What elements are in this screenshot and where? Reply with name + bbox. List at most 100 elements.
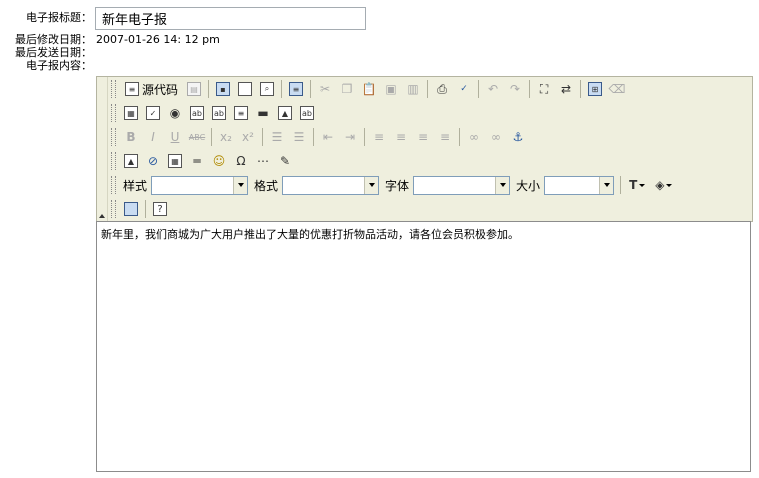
templates-button[interactable]: ≡ [285, 78, 307, 100]
style-select[interactable] [151, 175, 249, 195]
style-label: 样式 [123, 178, 148, 193]
unlink-button[interactable]: ∞ [485, 126, 507, 148]
flash-icon: ⊘ [147, 154, 159, 168]
toolbar-row-3: B I U ABC x₂ x² ☰ ☰ ⇤ ⇥ ≡ ≡ ≡ ≡ ∞ ∞ ⚓ [111, 126, 529, 148]
paste-icon: 📋 [361, 82, 377, 96]
radio-button[interactable]: ◉ [164, 102, 186, 124]
universal-key-button[interactable]: ✎ [274, 150, 296, 172]
copy-button[interactable]: ❐ [336, 78, 358, 100]
remove-format-button[interactable]: ⌫ [606, 78, 628, 100]
special-char-icon: Ω [236, 154, 246, 168]
paste-button[interactable]: 📋 [358, 78, 380, 100]
separator [620, 176, 622, 194]
align-right-button[interactable]: ≡ [412, 126, 434, 148]
superscript-icon: x² [242, 130, 254, 144]
hidden-field-button[interactable]: ab [296, 102, 318, 124]
format-select[interactable] [282, 175, 380, 195]
align-left-button[interactable]: ≡ [368, 126, 390, 148]
bullet-list-icon: ☰ [293, 130, 305, 144]
link-button[interactable]: ∞ [463, 126, 485, 148]
table-icon: ▦ [168, 154, 182, 168]
text-color-button[interactable]: T [624, 174, 650, 196]
font-label: 字体 [385, 178, 410, 193]
outdent-button[interactable]: ⇤ [317, 126, 339, 148]
preview-button[interactable]: ⌕ [256, 78, 278, 100]
textarea-button[interactable]: ab [208, 102, 230, 124]
special-char-button[interactable]: Ω [230, 150, 252, 172]
align-left-icon: ≡ [373, 130, 385, 144]
about-button[interactable]: ? [149, 198, 171, 220]
save-icon: ▪ [216, 82, 231, 96]
horizontal-rule-icon: ═ [193, 154, 201, 168]
underline-button[interactable]: U [164, 126, 186, 148]
link-icon: ∞ [469, 130, 479, 144]
superscript-button[interactable]: x² [237, 126, 259, 148]
preview-doc-button[interactable]: ▤ [183, 78, 205, 100]
cut-button[interactable]: ✂ [314, 78, 336, 100]
smiley-icon: ☺ [212, 154, 226, 168]
source-button[interactable]: ≡ 源代码 [120, 78, 183, 100]
anchor-button[interactable]: ⚓ [507, 126, 529, 148]
flash-button[interactable]: ⊘ [142, 150, 164, 172]
strike-button[interactable]: ABC [186, 126, 208, 148]
templates-icon: ≡ [289, 82, 304, 96]
chevron-down-icon [364, 176, 379, 194]
table-button[interactable]: ▦ [164, 150, 186, 172]
ordered-list-button[interactable]: ☰ [266, 126, 288, 148]
form-button[interactable]: ▦ [120, 102, 142, 124]
align-center-button[interactable]: ≡ [390, 126, 412, 148]
button-icon: ▬ [257, 106, 269, 120]
separator [211, 128, 212, 146]
select-all-button[interactable]: ⊞ [584, 78, 606, 100]
image-icon: ▲ [124, 154, 138, 168]
show-blocks-icon [124, 202, 138, 216]
paste-word-button[interactable]: ▥ [402, 78, 424, 100]
size-select[interactable] [544, 175, 615, 195]
replace-button[interactable]: ⇄ [555, 78, 577, 100]
title-input[interactable] [95, 7, 366, 30]
separator [459, 128, 460, 146]
subscript-button[interactable]: x₂ [215, 126, 237, 148]
page-break-button[interactable]: ⋯ [252, 150, 274, 172]
align-center-icon: ≡ [395, 130, 407, 144]
document-properties-icon: ▤ [187, 82, 202, 96]
separator [313, 128, 314, 146]
find-button[interactable]: ⛶ [533, 78, 555, 100]
indent-button[interactable]: ⇥ [339, 126, 361, 148]
horizontal-rule-button[interactable]: ═ [186, 150, 208, 172]
toolbar-row-4: ▲ ⊘ ▦ ═ ☺ Ω ⋯ ✎ [111, 150, 296, 172]
unordered-list-button[interactable]: ☰ [288, 126, 310, 148]
background-color-button[interactable]: ◈ [650, 174, 677, 196]
toolbar-collapse-handle[interactable] [97, 77, 108, 221]
eraser-icon: ⌫ [608, 82, 626, 96]
chevron-down-icon [639, 183, 646, 187]
save-button[interactable]: ▪ [212, 78, 234, 100]
paste-text-button[interactable]: ▣ [380, 78, 402, 100]
font-select[interactable] [413, 175, 511, 195]
new-page-button[interactable] [234, 78, 256, 100]
spellcheck-button[interactable]: ✓ [453, 78, 475, 100]
redo-button[interactable]: ↷ [504, 78, 526, 100]
undo-button[interactable]: ↶ [482, 78, 504, 100]
justify-button[interactable]: ≡ [434, 126, 456, 148]
page-break-icon: ⋯ [257, 154, 269, 168]
checkbox-button[interactable]: ✓ [142, 102, 164, 124]
image-button[interactable]: ▲ [120, 150, 142, 172]
show-blocks-button[interactable] [120, 198, 142, 220]
image-button-button[interactable]: ▲ [274, 102, 296, 124]
textarea-icon: ab [212, 106, 226, 120]
smiley-button[interactable]: ☺ [208, 150, 230, 172]
print-button[interactable]: ⎙ [431, 78, 453, 100]
editor-content-area[interactable]: 新年里，我们商城为广大用户推出了大量的优惠打折物品活动，请各位会员积极参加。 [96, 221, 751, 472]
format-label: 格式 [254, 178, 279, 193]
select-field-icon: ≡ [234, 106, 248, 120]
select-field-button[interactable]: ≡ [230, 102, 252, 124]
help-icon: ? [153, 202, 167, 216]
separator [427, 80, 429, 98]
textfield-button[interactable]: ab [186, 102, 208, 124]
form-button-button[interactable]: ▬ [252, 102, 274, 124]
outdent-icon: ⇤ [322, 130, 334, 144]
bold-button[interactable]: B [120, 126, 142, 148]
content-label: 电子报内容： [26, 59, 92, 72]
italic-button[interactable]: I [142, 126, 164, 148]
